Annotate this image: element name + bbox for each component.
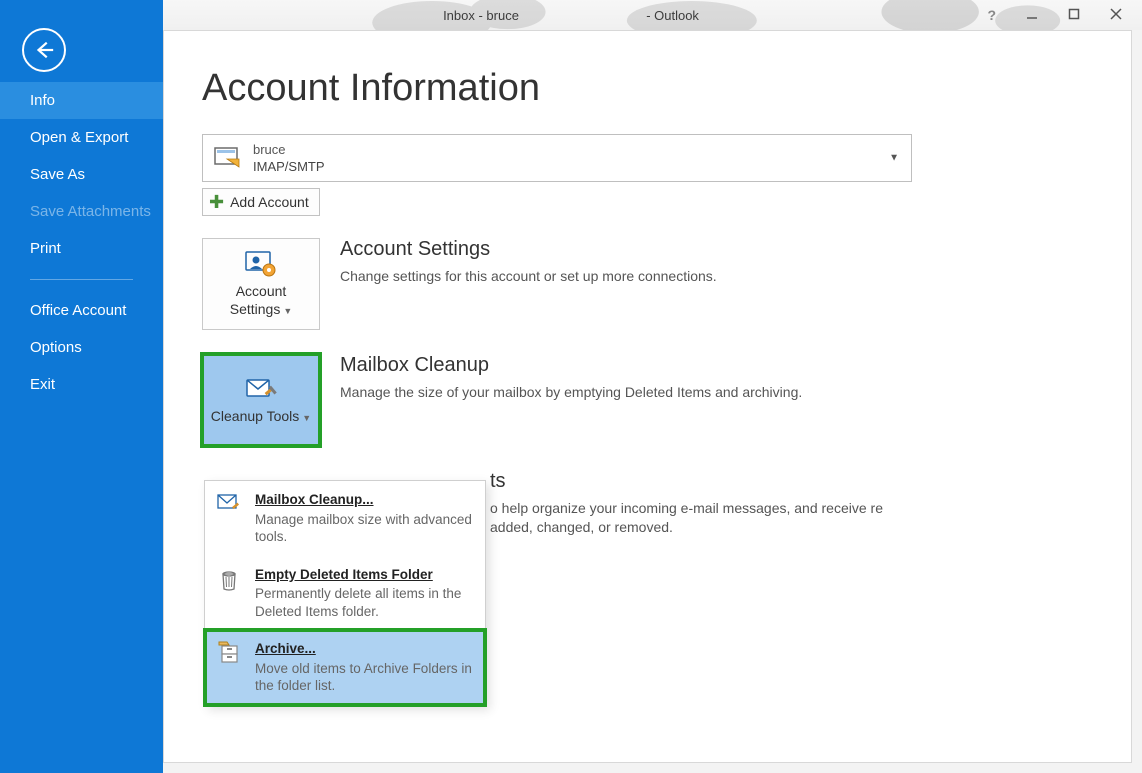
section-description-partial: o help organize your incoming e-mail mes… bbox=[490, 499, 910, 537]
maximize-button[interactable] bbox=[1068, 7, 1080, 23]
title-bar: Inbox - bruce - Outlook ? bbox=[0, 0, 1142, 30]
back-button[interactable] bbox=[22, 28, 66, 72]
cleanup-tools-button[interactable]: Cleanup Tools▼ bbox=[202, 354, 320, 446]
sidebar-item-options[interactable]: Options bbox=[0, 329, 163, 366]
card-label-text: Cleanup Tools bbox=[211, 408, 299, 424]
menu-item-description: Permanently delete all items in the Dele… bbox=[255, 585, 473, 620]
backstage-sidebar: Info Open & Export Save As Save Attachme… bbox=[0, 0, 163, 773]
window-title-left: Inbox - bruce bbox=[443, 8, 519, 23]
account-name: bruce bbox=[253, 142, 286, 157]
cleanup-tools-icon bbox=[243, 374, 279, 404]
menu-item-archive[interactable]: Archive... Move old items to Archive Fol… bbox=[205, 630, 485, 705]
section-description: Manage the size of your mailbox by empty… bbox=[340, 383, 802, 402]
chevron-down-icon: ▼ bbox=[302, 413, 311, 423]
sidebar-item-save-attachments: Save Attachments bbox=[0, 193, 163, 230]
close-button[interactable] bbox=[1110, 7, 1122, 23]
sidebar-item-save-as[interactable]: Save As bbox=[0, 156, 163, 193]
window-title-right: - Outlook bbox=[646, 8, 699, 23]
add-account-label: Add Account bbox=[230, 194, 309, 210]
section-title: Mailbox Cleanup bbox=[340, 354, 802, 377]
sidebar-item-label: Print bbox=[30, 240, 61, 257]
account-protocol: IMAP/SMTP bbox=[253, 159, 440, 176]
menu-item-description: Manage mailbox size with advanced tools. bbox=[255, 511, 473, 546]
section-title: Account Settings bbox=[340, 238, 717, 261]
plus-icon: ✚ bbox=[209, 193, 224, 211]
menu-item-empty-deleted[interactable]: Empty Deleted Items Folder Permanently d… bbox=[205, 556, 485, 631]
sidebar-item-print[interactable]: Print bbox=[0, 230, 163, 267]
chevron-down-icon: ▼ bbox=[283, 306, 292, 316]
sidebar-separator bbox=[30, 279, 133, 280]
sidebar-item-label: Info bbox=[30, 92, 55, 109]
sidebar-item-open-export[interactable]: Open & Export bbox=[0, 119, 163, 156]
help-button[interactable]: ? bbox=[987, 7, 996, 23]
trash-icon bbox=[215, 566, 243, 594]
menu-item-title: Archive... bbox=[255, 641, 316, 656]
minimize-button[interactable] bbox=[1026, 7, 1038, 23]
account-selector[interactable]: bruce IMAP/SMTP ▼ bbox=[202, 134, 912, 182]
mailbox-cleanup-icon bbox=[215, 491, 243, 519]
sidebar-item-office-account[interactable]: Office Account bbox=[0, 292, 163, 329]
menu-item-title: Empty Deleted Items Folder bbox=[255, 567, 433, 582]
sidebar-item-exit[interactable]: Exit bbox=[0, 366, 163, 403]
chevron-down-icon: ▼ bbox=[889, 152, 899, 163]
cleanup-tools-dropdown: Mailbox Cleanup... Manage mailbox size w… bbox=[204, 480, 486, 706]
menu-item-title: Mailbox Cleanup... bbox=[255, 492, 374, 507]
sidebar-item-label: Save Attachments bbox=[30, 203, 151, 220]
menu-item-mailbox-cleanup[interactable]: Mailbox Cleanup... Manage mailbox size w… bbox=[205, 481, 485, 556]
sidebar-item-label: Options bbox=[30, 339, 82, 356]
add-account-button[interactable]: ✚ Add Account bbox=[202, 188, 320, 216]
account-email-redacted bbox=[290, 140, 440, 154]
account-icon bbox=[211, 142, 243, 174]
sidebar-item-label: Office Account bbox=[30, 302, 126, 319]
account-settings-button[interactable]: Account Settings▼ bbox=[202, 238, 320, 330]
window-title: Inbox - bruce - Outlook bbox=[0, 8, 1142, 23]
card-label-text: Account Settings bbox=[230, 283, 287, 317]
account-settings-icon bbox=[243, 249, 279, 279]
sidebar-item-label: Exit bbox=[30, 376, 55, 393]
section-description: Change settings for this account or set … bbox=[340, 267, 717, 286]
sidebar-item-info[interactable]: Info bbox=[0, 82, 163, 119]
menu-item-description: Move old items to Archive Folders in the… bbox=[255, 660, 473, 695]
archive-icon bbox=[215, 640, 243, 668]
sidebar-item-label: Save As bbox=[30, 166, 85, 183]
section-title-partial: ts bbox=[490, 470, 910, 493]
page-title: Account Information bbox=[202, 67, 1091, 110]
sidebar-item-label: Open & Export bbox=[30, 129, 128, 146]
